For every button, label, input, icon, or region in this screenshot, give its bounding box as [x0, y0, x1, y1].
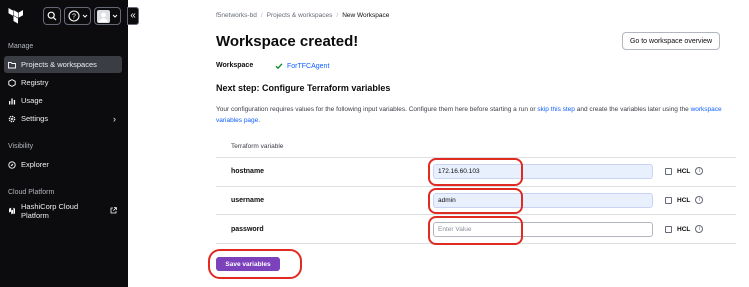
- divider: [216, 186, 736, 187]
- sidebar-item-hashicorp-cloud-platform[interactable]: HashiCorp Cloud Platform: [4, 201, 122, 220]
- info-icon[interactable]: i: [695, 167, 704, 175]
- info-icon[interactable]: i: [695, 225, 704, 233]
- workspace-name: ForTFCAgent: [287, 62, 330, 70]
- explorer-icon: [8, 160, 16, 169]
- check-icon: [275, 63, 283, 70]
- user-menu-button[interactable]: [94, 7, 121, 25]
- sidebar-item-explorer[interactable]: Explorer: [4, 156, 122, 173]
- hcl-label: HCL: [677, 225, 691, 233]
- variable-name-password: password: [231, 226, 264, 233]
- go-to-workspace-overview-button[interactable]: Go to workspace overview: [622, 32, 720, 50]
- registry-icon: [8, 78, 16, 87]
- info-icon[interactable]: i: [695, 196, 704, 204]
- sidebar: ? Manage Projects & workspaces Registry …: [0, 0, 128, 287]
- variable-name-hostname: hostname: [231, 168, 265, 175]
- gear-icon: [8, 115, 16, 122]
- hcl-checkbox[interactable]: [665, 167, 672, 175]
- search-icon: [47, 11, 57, 21]
- chevron-down-icon: [82, 14, 87, 18]
- search-button[interactable]: [43, 7, 61, 25]
- help-icon: ?: [67, 10, 80, 22]
- terraform-logo[interactable]: [8, 8, 24, 24]
- sidebar-item-label: Settings: [21, 114, 49, 123]
- sidebar-item-registry[interactable]: Registry: [4, 74, 122, 91]
- chevron-right-icon: ›: [113, 113, 116, 124]
- section-label-cloud-platform: Cloud Platform: [8, 189, 55, 196]
- hcl-label: HCL: [677, 167, 691, 175]
- description-part: Your configuration requires values for t…: [216, 106, 538, 113]
- breadcrumb-separator: /: [336, 12, 339, 19]
- variable-name-username: username: [231, 197, 265, 204]
- hashicorp-icon: [9, 207, 15, 214]
- highlight-annotation: [208, 249, 302, 279]
- section-heading: Next step: Configure Terraform variables: [216, 83, 391, 93]
- workspace-label: Workspace: [216, 62, 254, 69]
- sidebar-item-label: Registry: [21, 78, 49, 87]
- main-content: f5networks-bd / Projects & workspaces / New …: [140, 0, 749, 287]
- divider: [216, 214, 736, 215]
- sidebar-item-label: Explorer: [21, 160, 49, 169]
- user-avatar-icon: [97, 9, 110, 23]
- hcl-toggle-username: HCL i: [665, 196, 704, 204]
- sidebar-item-projects-workspaces[interactable]: Projects & workspaces: [4, 56, 122, 73]
- sidebar-item-label: Projects & workspaces: [21, 60, 97, 69]
- chevron-down-icon: [112, 14, 118, 18]
- usage-icon: [9, 98, 16, 104]
- page-title: Workspace created!: [216, 33, 359, 50]
- description-part: and create the variables later using the: [574, 106, 691, 113]
- highlight-annotation: [428, 158, 523, 186]
- breadcrumb-org-link[interactable]: f5networks-bd: [216, 12, 257, 19]
- sidebar-item-settings[interactable]: Settings ›: [4, 110, 122, 127]
- hcl-label: HCL: [677, 196, 691, 204]
- workspace-link[interactable]: ForTFCAgent: [275, 62, 329, 70]
- section-label-manage: Manage: [8, 43, 34, 50]
- description-part: .: [258, 117, 261, 124]
- breadcrumb-projects-link[interactable]: Projects & workspaces: [267, 12, 333, 19]
- skip-step-link[interactable]: skip this step: [537, 106, 575, 113]
- hcl-toggle-hostname: HCL i: [665, 167, 704, 175]
- section-label-visibility: Visibility: [8, 143, 34, 150]
- highlight-annotation: [428, 216, 523, 245]
- hcl-checkbox[interactable]: [665, 225, 672, 233]
- sidebar-item-label: Usage: [21, 96, 43, 105]
- breadcrumb: f5networks-bd / Projects & workspaces / New …: [216, 12, 389, 19]
- breadcrumb-separator: /: [260, 12, 263, 19]
- help-menu-button[interactable]: ?: [64, 7, 91, 25]
- breadcrumb-current: New Workspace: [342, 12, 390, 19]
- folder-icon: [8, 61, 16, 68]
- description-text: Your configuration requires values for t…: [216, 104, 746, 126]
- svg-text:?: ?: [72, 14, 76, 21]
- sidebar-item-label: HashiCorp Cloud Platform: [21, 201, 79, 220]
- table-header: Terraform variable: [231, 143, 284, 150]
- external-link-icon: [110, 207, 117, 214]
- sidebar-item-usage[interactable]: Usage: [4, 92, 122, 109]
- sidebar-collapse-button[interactable]: «: [127, 7, 139, 25]
- hcl-checkbox[interactable]: [665, 196, 672, 204]
- hcl-toggle-password: HCL i: [665, 225, 704, 233]
- highlight-annotation: [428, 188, 523, 214]
